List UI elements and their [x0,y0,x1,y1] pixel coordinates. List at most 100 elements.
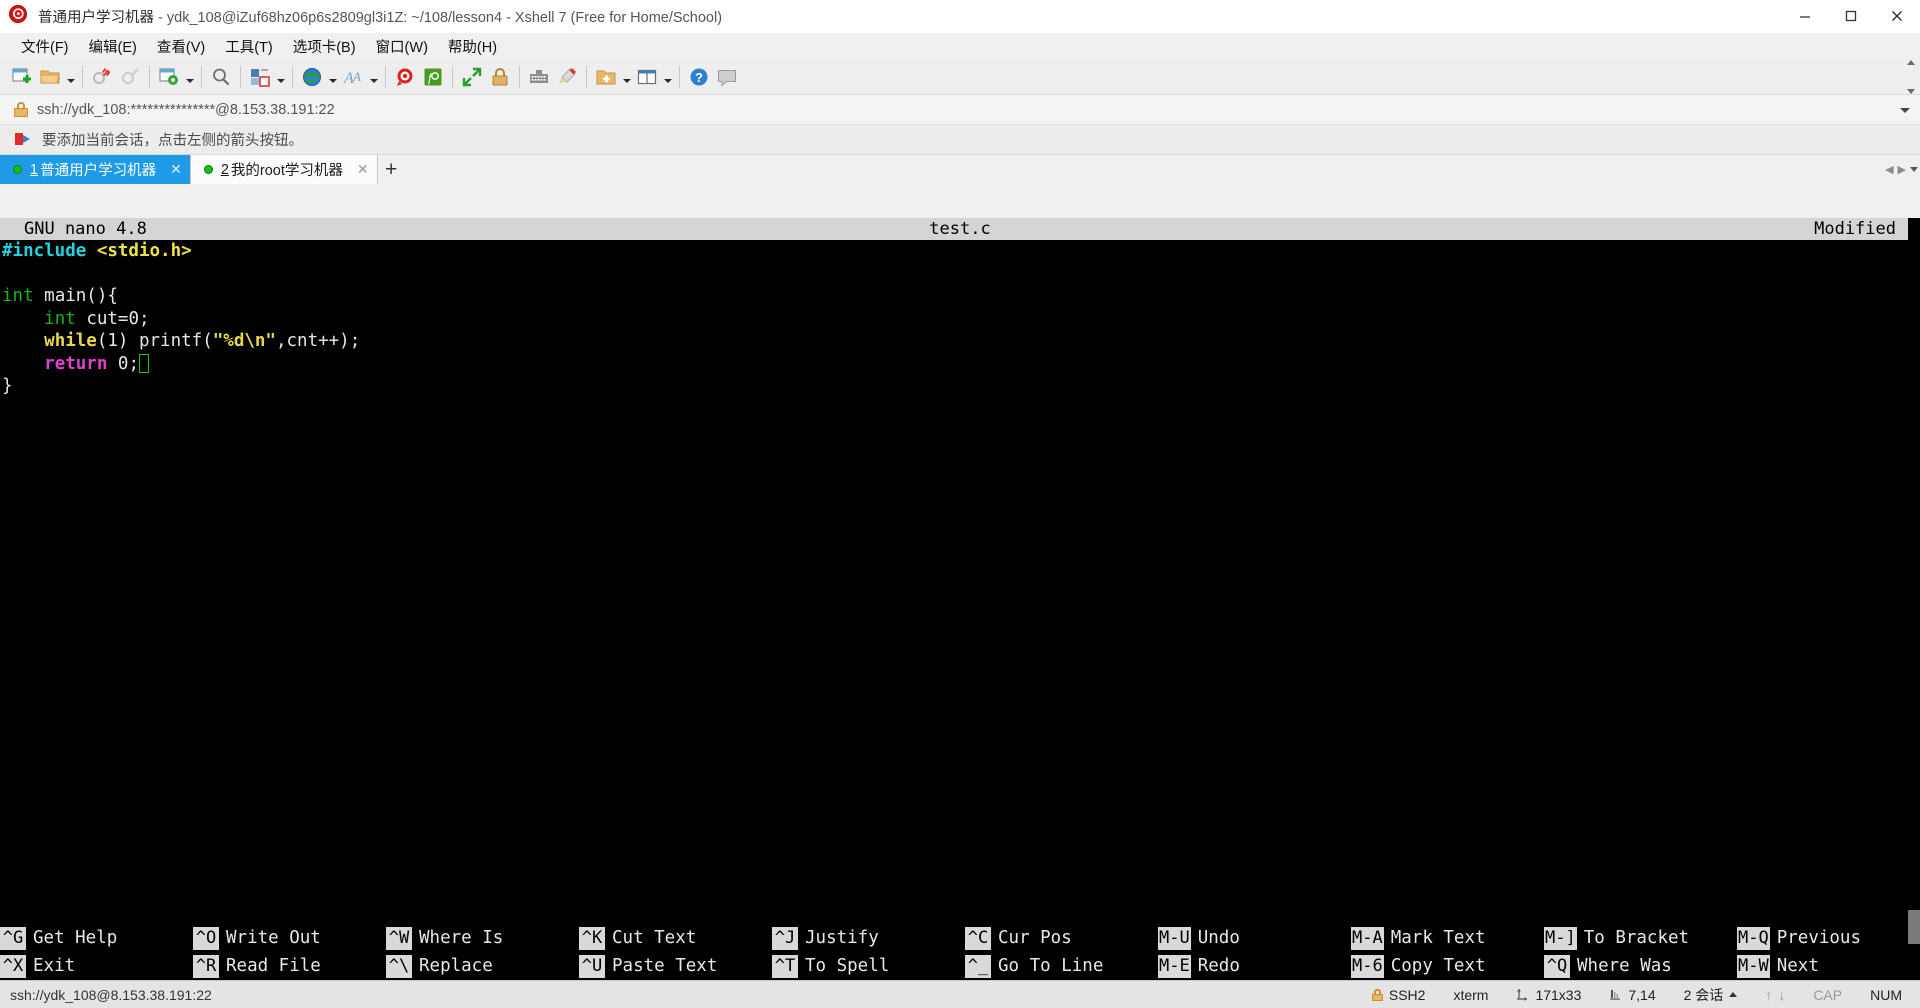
caret-up-icon[interactable] [1729,992,1738,997]
session-properties-icon[interactable] [155,63,183,91]
toolbar-separator [679,65,680,88]
tab-bar: 1 普通用户学习机器 ✕ 2 我的root学习机器 ✕ + ◀ ▶ [0,155,1920,184]
menu-tools[interactable]: 工具(T) [216,33,282,60]
keyboard-icon[interactable] [525,63,553,91]
status-protocol: SSH2 [1358,987,1440,1003]
nano-shortcut[interactable]: ^W Where Is [386,926,579,950]
new-folder-dropdown-icon[interactable] [620,63,633,91]
terminal-scrollbar-thumb[interactable] [1908,910,1920,944]
tab-session-2[interactable]: 2 我的root学习机器 ✕ [190,155,378,184]
nano-shortcut[interactable]: ^O Write Out [193,926,386,950]
chevron-left-icon[interactable]: ◀ [1885,163,1893,176]
nano-shortcut[interactable]: M-U Undo [1158,926,1351,950]
highlight-icon[interactable] [553,63,581,91]
nano-shortcut[interactable]: ^T To Spell [772,954,965,978]
maximize-icon[interactable] [1828,0,1874,33]
layout-dropdown-icon[interactable] [274,63,287,91]
svg-text:A: A [352,69,361,84]
nano-shortcut[interactable]: M-W Next [1737,954,1920,978]
menu-window[interactable]: 窗口(W) [367,33,437,60]
nano-shortcut[interactable]: M-A Mark Text [1351,926,1544,950]
toolbar-scroll[interactable] [1904,59,1918,95]
xftp-icon[interactable]: f [419,63,447,91]
nano-shortcut[interactable]: M-E Redo [1158,954,1351,978]
xshell-log-icon[interactable] [391,63,419,91]
nano-shortcut-label: Next [1776,955,1819,976]
nano-shortcut[interactable]: ^K Cut Text [579,926,772,950]
open-folder-dropdown-icon[interactable] [64,63,77,91]
font-icon[interactable]: A A [339,63,367,91]
arrow-up-icon: ↑ [1765,986,1773,1003]
address-input[interactable]: ssh://ydk_108:***************@8.153.38.1… [37,102,335,118]
globe-icon[interactable] [298,63,326,91]
tab-nav[interactable]: ◀ ▶ [1885,155,1918,184]
chat-icon[interactable] [713,63,741,91]
chevron-down-icon[interactable] [1900,95,1910,125]
toolbar-scroll-down-icon[interactable] [1907,89,1915,94]
nano-shortcut-label: Exit [33,955,76,976]
nano-shortcut[interactable]: ^J Justify [772,926,965,950]
resize-icon [1517,989,1528,1001]
chevron-down-icon[interactable] [1910,167,1918,172]
nano-shortcut-label: Paste Text [612,955,718,976]
nano-shortcut[interactable]: ^_ Go To Line [965,954,1158,978]
new-tab-button[interactable]: + [377,155,405,184]
nano-shortcut-key: ^Q [1544,954,1570,978]
menu-edit[interactable]: 编辑(E) [80,33,146,60]
status-term-type-label: xterm [1453,986,1489,1003]
fullscreen-icon[interactable] [458,63,486,91]
nano-shortcut[interactable]: ^\ Replace [386,954,579,978]
status-protocol-label: SSH2 [1388,986,1426,1003]
code-token: (1) printf( [96,331,213,351]
font-dropdown-icon[interactable] [367,63,380,91]
grid-icon[interactable] [633,63,661,91]
toolbar-separator [201,65,202,88]
nano-shortcut[interactable]: ^Q Where Was [1544,954,1737,978]
nano-shortcut-label: Replace [419,955,493,976]
menu-view[interactable]: 查看(V) [148,33,214,60]
nano-shortcut[interactable]: ^G Get Help [0,926,193,950]
minimize-icon[interactable] [1782,0,1828,33]
nano-code-area[interactable]: #include <stdio.h> int main(){ int cut=0… [0,240,1920,398]
grid-dropdown-icon[interactable] [661,63,674,91]
toolbar-separator [385,65,386,88]
nano-shortcut[interactable]: M-Q Previous [1737,926,1920,950]
new-folder-icon[interactable] [592,63,620,91]
terminal[interactable]: GNU nano 4.8 test.c Modified #include <s… [0,218,1920,980]
lock-icon[interactable] [486,63,514,91]
close-icon[interactable] [1874,0,1920,33]
address-bar[interactable]: ssh://ydk_108:***************@8.153.38.1… [0,95,1920,125]
terminal-scrollbar[interactable] [1908,218,1920,980]
reconnect-icon[interactable] [116,63,144,91]
globe-dropdown-icon[interactable] [326,63,339,91]
nano-shortcut[interactable]: M-6 Copy Text [1351,954,1544,978]
session-properties-dropdown-icon[interactable] [183,63,196,91]
disconnect-icon[interactable] [88,63,116,91]
open-folder-icon[interactable] [36,63,64,91]
notice-bar: 要添加当前会话，点击左侧的箭头按钮。 [0,125,1920,155]
tab-session-1[interactable]: 1 普通用户学习机器 ✕ [0,155,191,184]
nano-shortcut[interactable]: ^C Cur Pos [965,926,1158,950]
code-token: return [44,353,118,374]
nano-shortcut[interactable]: M-] To Bracket [1544,926,1737,950]
close-icon[interactable]: ✕ [357,161,369,178]
nano-shortcut-key: ^J [772,926,798,950]
status-sessions[interactable]: 2 会话 [1670,985,1752,1005]
toolbar-scroll-up-icon[interactable] [1907,60,1915,65]
tab-label: 我的root学习机器 [230,163,343,179]
nano-shortcut[interactable]: ^U Paste Text [579,954,772,978]
code-line: } [2,375,1920,398]
new-session-icon[interactable] [8,63,36,91]
chevron-right-icon[interactable]: ▶ [1898,163,1906,176]
help-icon[interactable]: ? [685,63,713,91]
menu-file[interactable]: 文件(F) [12,33,78,60]
nano-shortcut-label: Get Help [33,927,118,948]
nano-shortcut[interactable]: ^R Read File [193,954,386,978]
close-icon[interactable]: ✕ [170,161,182,178]
menu-tab[interactable]: 选项卡(B) [284,33,365,60]
find-icon[interactable] [207,63,235,91]
layout-icon[interactable] [246,63,274,91]
nano-shortcut[interactable]: ^X Exit [0,954,193,978]
menu-help[interactable]: 帮助(H) [439,33,506,60]
